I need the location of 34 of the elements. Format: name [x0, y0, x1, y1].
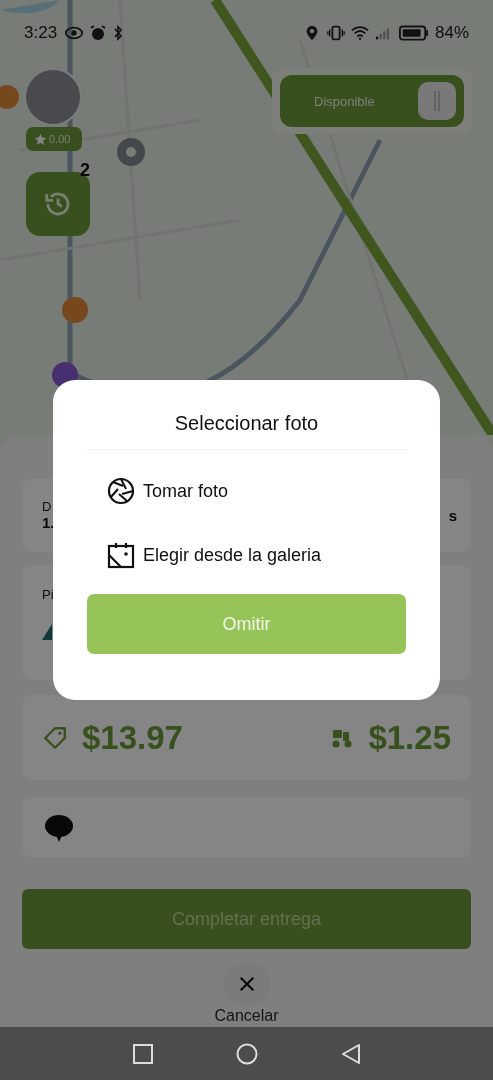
- skip-button[interactable]: Omitir: [87, 594, 406, 654]
- distance-label: D: [42, 499, 53, 514]
- image-icon: [107, 541, 135, 569]
- distance-value: 1.: [42, 514, 55, 531]
- close-icon: [237, 975, 256, 993]
- battery-icon: [398, 24, 429, 42]
- alarm-icon: [89, 25, 108, 41]
- card-text: s: [448, 506, 457, 524]
- dialog-title: Seleccionar foto: [174, 412, 319, 435]
- map-marker: [0, 85, 19, 109]
- eye-icon: [65, 25, 84, 41]
- star-icon: [34, 132, 47, 146]
- history-count: 2: [80, 160, 90, 181]
- aperture-icon: [107, 477, 135, 505]
- recents-icon[interactable]: [131, 1042, 154, 1065]
- take-photo-option[interactable]: Tomar foto: [87, 472, 406, 510]
- battery-percent: 84%: [434, 23, 469, 43]
- back-icon[interactable]: [339, 1042, 362, 1065]
- vibrate-icon: [326, 25, 345, 41]
- pickup-label: Pi: [42, 587, 54, 602]
- availability-toggle[interactable]: Disponible: [280, 75, 464, 127]
- wifi-icon: [350, 25, 369, 41]
- bluetooth-icon: [113, 25, 124, 41]
- map-marker: [62, 297, 88, 323]
- tag-icon: [42, 724, 68, 751]
- order-total: $13.97: [82, 718, 183, 757]
- status-time: 3:23: [24, 23, 58, 43]
- speech-bubble-icon: [44, 812, 74, 843]
- gallery-option[interactable]: Elegir desde la galeria: [87, 536, 406, 574]
- delivery-fee: $1.25: [368, 718, 451, 757]
- cancel-label: Cancelar: [214, 1007, 279, 1025]
- lake-area: [0, 0, 60, 14]
- rating-value: 0.00: [49, 133, 71, 145]
- home-icon[interactable]: [235, 1042, 258, 1065]
